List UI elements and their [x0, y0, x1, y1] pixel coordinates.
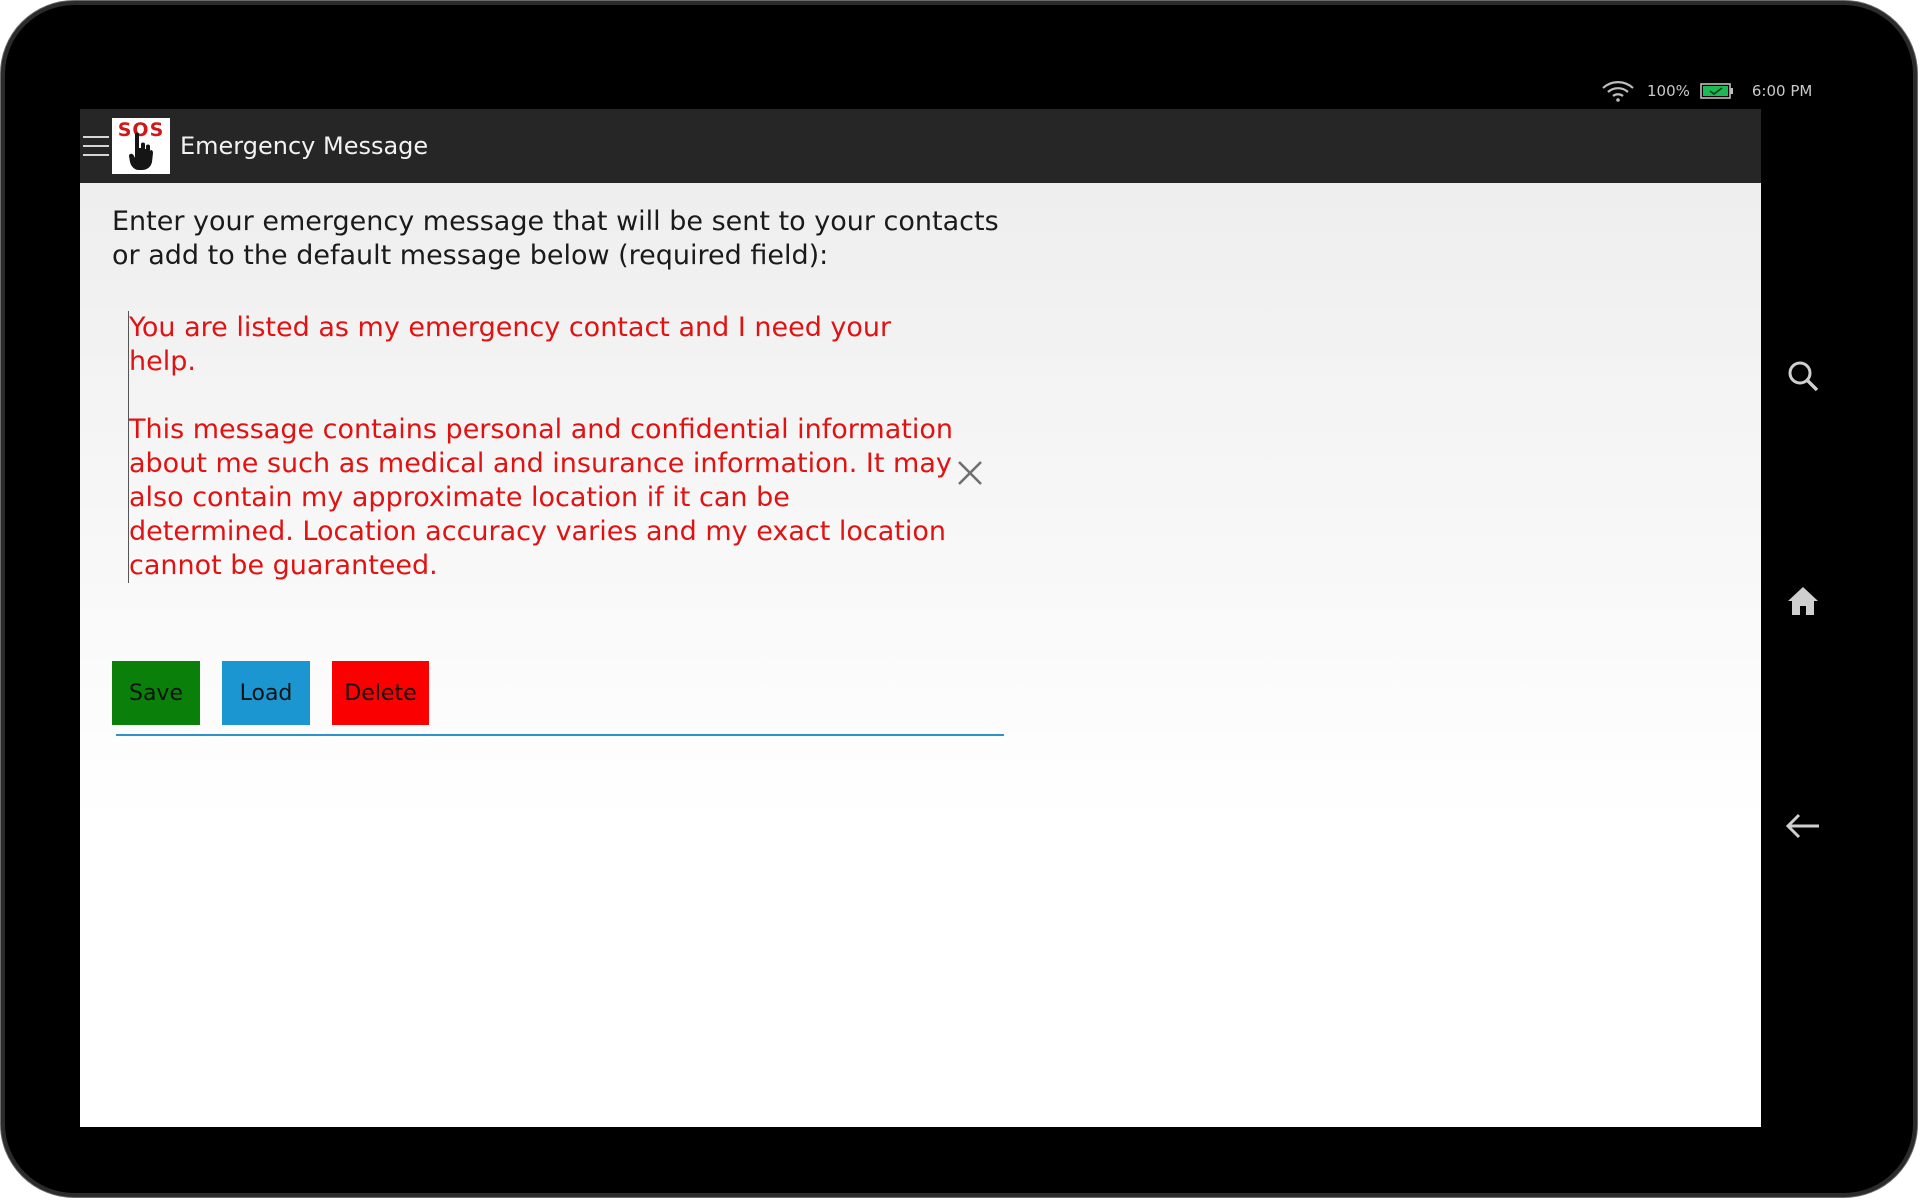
save-button[interactable]: Save — [112, 661, 200, 725]
app-logo[interactable]: SOS — [112, 118, 170, 174]
page-title: Emergency Message — [180, 132, 429, 160]
clear-message-button[interactable] — [952, 455, 988, 491]
instructions-text: Enter your emergency message that will b… — [112, 206, 999, 271]
battery-percent: 100% — [1647, 82, 1690, 100]
hand-pointer-icon — [129, 132, 153, 170]
app-screen: SOS Emergency Message Enter your emergen… — [80, 109, 1761, 1127]
battery-charging-icon — [1700, 83, 1733, 99]
home-icon[interactable] — [1783, 581, 1823, 621]
emergency-message-input[interactable]: You are listed as my emergency contact a… — [128, 311, 959, 583]
search-icon[interactable] — [1783, 356, 1823, 396]
clock: 6:00 PM — [1751, 82, 1813, 100]
delete-button[interactable]: Delete — [332, 661, 429, 725]
hamburger-menu-icon[interactable] — [83, 136, 109, 156]
status-bar: 100% 6:00 PM — [1601, 79, 1831, 103]
load-button[interactable]: Load — [222, 661, 310, 725]
tablet-frame: 100% 6:00 PM SOS Emergency Message Enter… — [0, 0, 1918, 1198]
action-bar: SOS Emergency Message — [80, 109, 1761, 183]
close-icon — [958, 461, 982, 485]
back-arrow-icon[interactable] — [1783, 806, 1823, 846]
wifi-icon — [1602, 81, 1634, 102]
